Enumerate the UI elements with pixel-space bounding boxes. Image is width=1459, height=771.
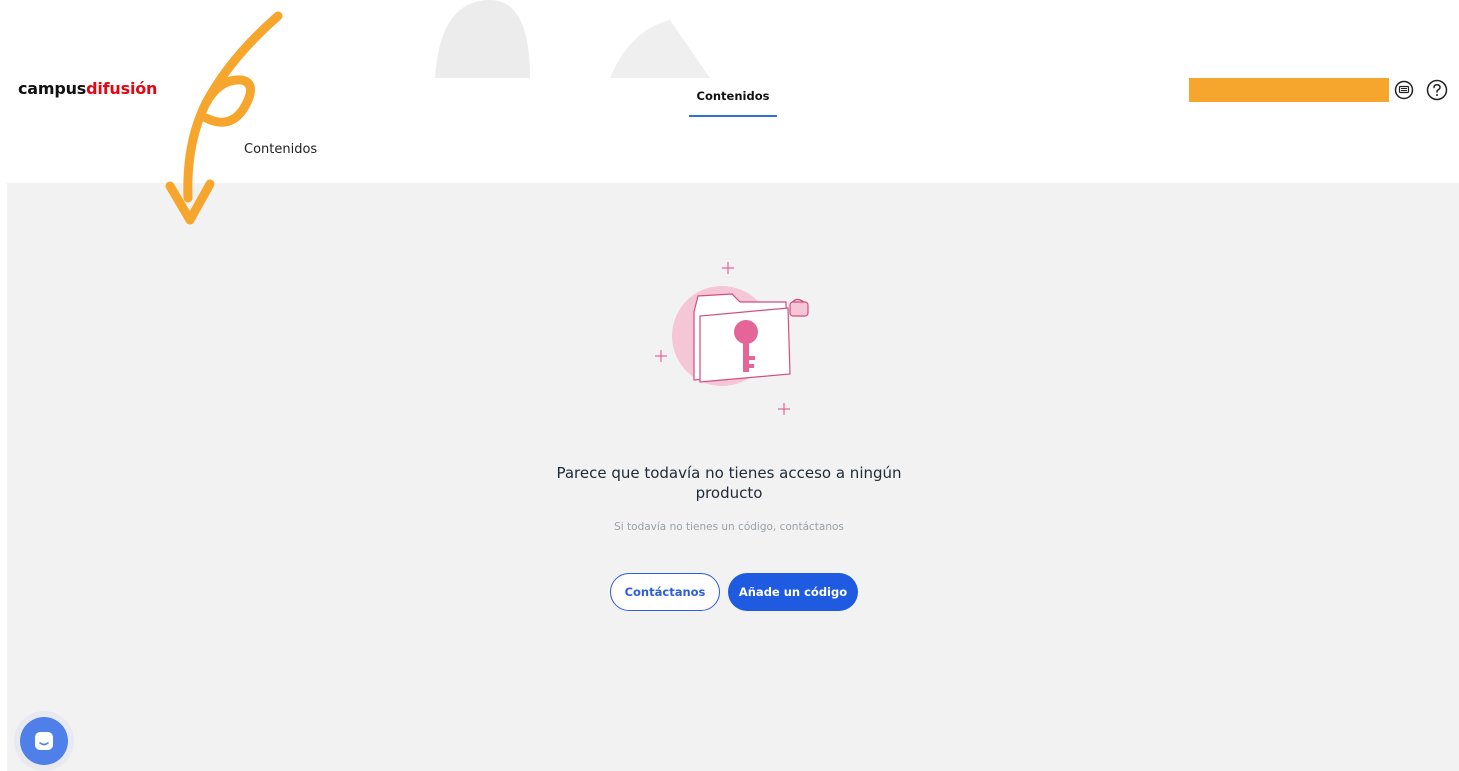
- redacted-user-info: [1189, 78, 1389, 102]
- locked-folder-key-icon: [655, 262, 809, 415]
- chat-launcher-icon[interactable]: [20, 717, 68, 765]
- chat-bubble-icon[interactable]: [1393, 79, 1415, 101]
- active-tab-indicator: [689, 115, 777, 117]
- page-subtitle: Contenidos: [244, 142, 318, 157]
- contact-button[interactable]: Contáctanos: [610, 573, 720, 611]
- top-header: campusdifusión Contenidos Contenidos: [0, 0, 1459, 183]
- empty-state-title: Parece que todavía no tienes acceso a ni…: [556, 464, 902, 502]
- help-circle-icon[interactable]: [1426, 79, 1448, 101]
- add-code-button[interactable]: Añade un código: [728, 573, 858, 611]
- campusdifusion-logo[interactable]: campusdifusión: [18, 79, 157, 98]
- decorative-logo-watermark: [435, 0, 710, 78]
- empty-state-subtitle: Si todavía no tienes un código, contácta…: [614, 521, 844, 533]
- tab-contenidos-label: Contenidos: [696, 89, 770, 103]
- tab-contenidos[interactable]: Contenidos: [689, 89, 777, 117]
